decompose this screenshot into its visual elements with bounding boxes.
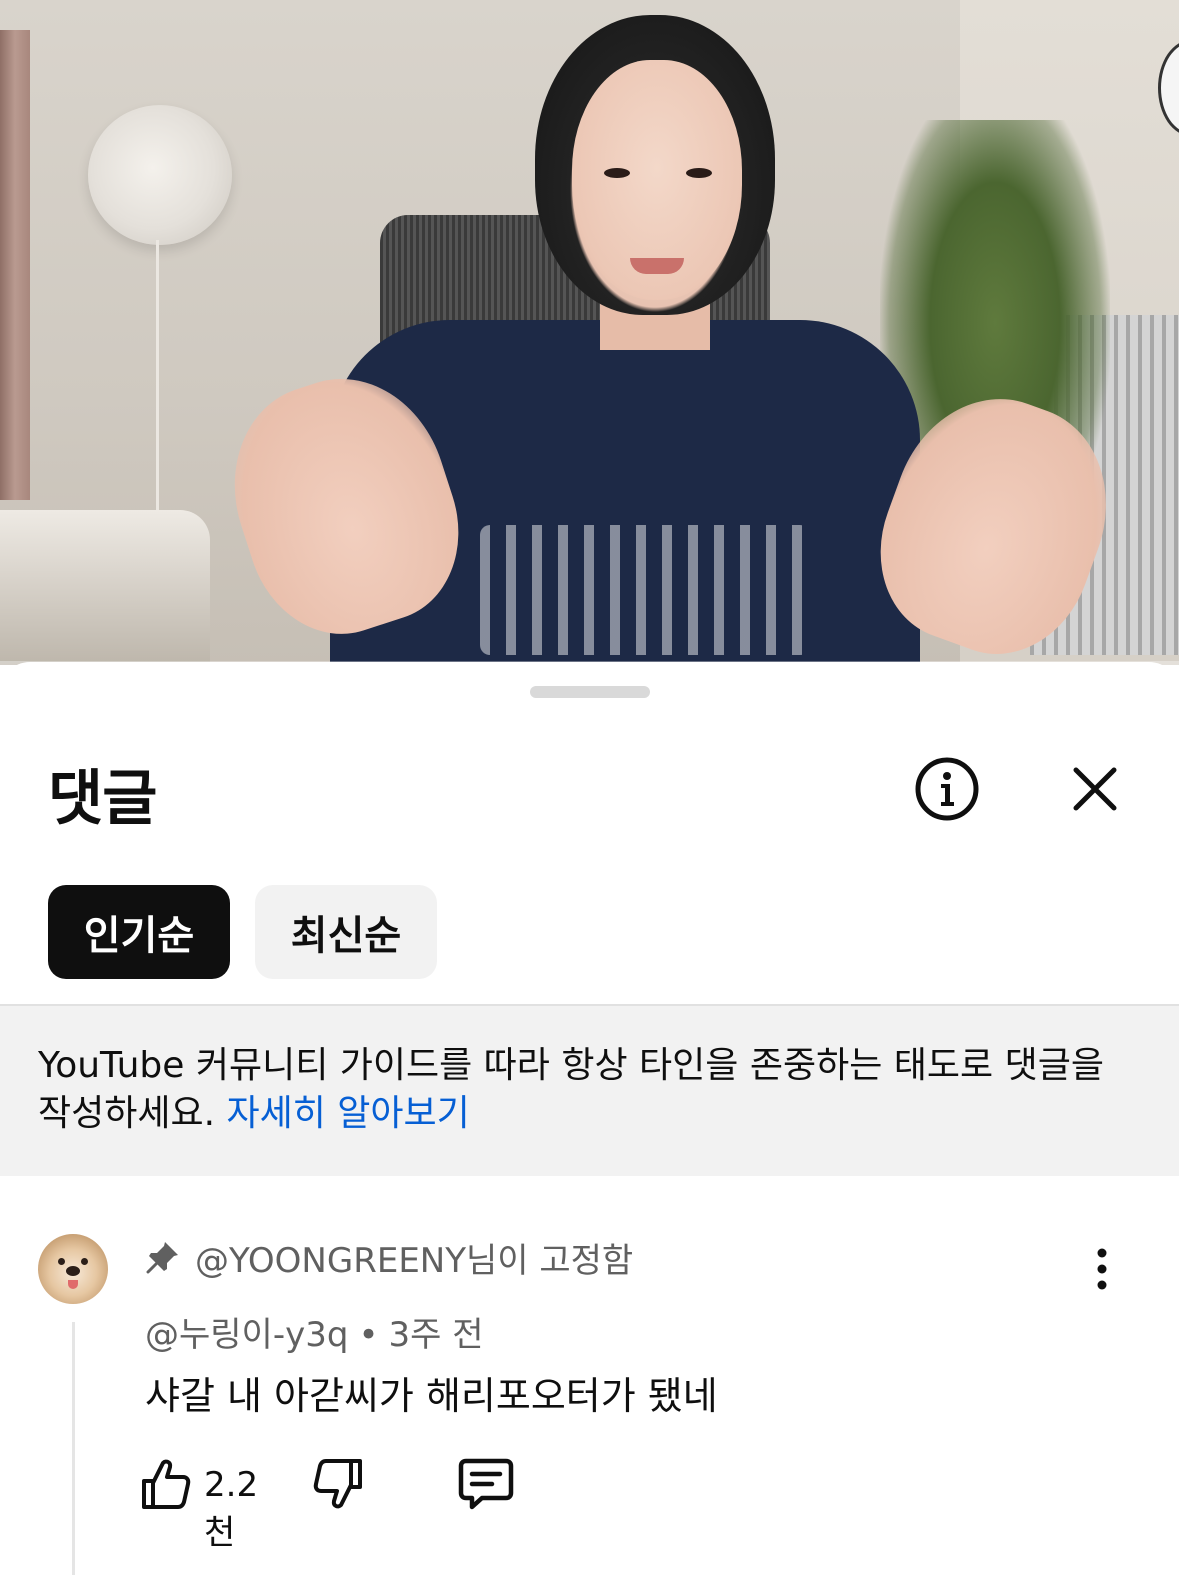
- comment-text: 샤갈 내 아갇씨가 해리포오터가 됐네: [145, 1374, 718, 1418]
- reply-icon: [458, 1458, 514, 1510]
- info-icon: [915, 757, 979, 821]
- community-guidelines-notice: YouTube 커뮤니티 가이드를 따라 항상 타인을 존중하는 태도로 댓글을…: [0, 1004, 1179, 1176]
- dislike-icon: [313, 1459, 362, 1509]
- comments-sheet: 댓글 인기순 최신순 YouTube 커뮤니티 가이드를 따라 항상 타인을 존…: [0, 662, 1179, 1575]
- avatar-eye-left: [58, 1258, 65, 1265]
- bed: [0, 510, 210, 665]
- person-eye-right: [686, 168, 712, 178]
- avatar-eye-right: [81, 1258, 88, 1265]
- person-eye-left: [604, 168, 630, 178]
- video-player[interactable]: [0, 0, 1179, 665]
- meta-separator: •: [358, 1315, 379, 1355]
- wall-lamp: [88, 105, 232, 245]
- learn-more-link[interactable]: 자세히 알아보기: [227, 1093, 470, 1134]
- sheet-title: 댓글: [48, 764, 157, 834]
- thread-line: [72, 1322, 75, 1575]
- info-button[interactable]: [912, 754, 982, 824]
- comment-meta: @누링이-y3q • 3주 전: [145, 1307, 484, 1356]
- close-icon: [1073, 767, 1117, 811]
- avatar[interactable]: [38, 1234, 108, 1304]
- notice-body: YouTube 커뮤니티 가이드를 따라 항상 타인을 존중하는 태도로 댓글을…: [38, 1045, 1104, 1134]
- more-vert-icon: [1097, 1248, 1107, 1290]
- pinned-by-text: @YOONGREENY님이 고정함: [195, 1240, 634, 1281]
- pinned-label: @YOONGREENY님이 고정함: [145, 1235, 634, 1281]
- person-mouth: [630, 258, 684, 274]
- comment-author[interactable]: @누링이-y3q: [145, 1315, 348, 1355]
- window-curtain: [0, 30, 30, 500]
- like-icon: [142, 1459, 191, 1509]
- comment-time: 3주 전: [388, 1315, 484, 1355]
- pin-icon: [146, 1242, 178, 1274]
- shirt-print: [480, 525, 810, 655]
- dislike-button[interactable]: [312, 1457, 364, 1511]
- sort-chip-top[interactable]: 인기순: [48, 885, 230, 979]
- reply-button[interactable]: [458, 1457, 514, 1511]
- sort-chip-newest[interactable]: 최신순: [255, 885, 437, 979]
- like-button[interactable]: [140, 1457, 192, 1511]
- notice-text: YouTube 커뮤니티 가이드를 따라 항상 타인을 존중하는 태도로 댓글을…: [38, 1042, 1143, 1138]
- close-button[interactable]: [1060, 754, 1130, 824]
- avatar-tongue: [68, 1280, 78, 1289]
- avatar-nose: [66, 1266, 80, 1276]
- comment-more-button[interactable]: [1082, 1247, 1122, 1291]
- like-count: 2.2천: [204, 1465, 259, 1553]
- drag-handle[interactable]: [530, 686, 650, 698]
